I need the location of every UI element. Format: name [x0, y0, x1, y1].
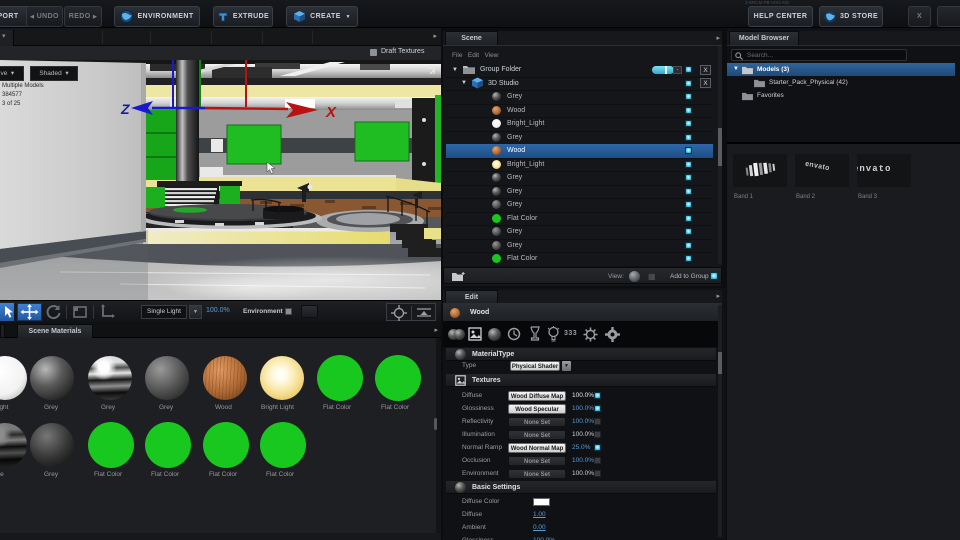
svg-text:Z: Z — [120, 101, 130, 117]
svg-text:X: X — [325, 104, 337, 121]
